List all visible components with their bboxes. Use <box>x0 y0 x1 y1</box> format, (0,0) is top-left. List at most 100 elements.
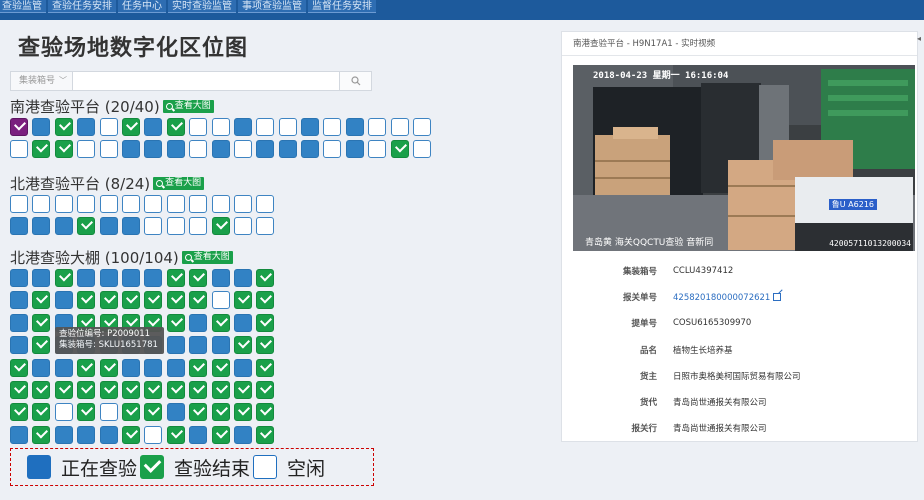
slot-done[interactable] <box>77 291 96 310</box>
slot-free[interactable] <box>99 140 118 159</box>
slot-free[interactable] <box>368 118 387 136</box>
nav-tab-supervision-task[interactable]: 监督任务安排 <box>308 0 376 13</box>
slot-done[interactable] <box>121 380 140 399</box>
slot-free[interactable] <box>77 140 96 159</box>
view-big-map-button[interactable]: 查看大图 <box>162 99 214 113</box>
slot-free[interactable] <box>99 118 118 136</box>
slot-busy[interactable] <box>54 291 73 310</box>
slot-done[interactable] <box>99 358 118 377</box>
declaration-no-link[interactable]: 425820180000072621 <box>673 292 782 303</box>
slot-selected[interactable] <box>10 118 28 136</box>
slot-done[interactable] <box>166 291 185 310</box>
slot-done[interactable] <box>32 313 51 332</box>
slot-busy[interactable] <box>32 118 51 136</box>
slot-busy[interactable] <box>301 118 320 136</box>
slot-done[interactable] <box>390 140 409 159</box>
slot-busy[interactable] <box>99 425 118 444</box>
slot-free[interactable] <box>144 425 163 444</box>
slot-busy[interactable] <box>121 140 140 159</box>
slot-free[interactable] <box>413 140 432 159</box>
slot-busy[interactable] <box>301 140 320 159</box>
slot-free[interactable] <box>144 195 163 213</box>
slot-done[interactable] <box>211 403 230 422</box>
slot-done[interactable] <box>256 291 275 310</box>
slot-done[interactable] <box>256 425 275 444</box>
slot-busy[interactable] <box>121 358 140 377</box>
slot-busy[interactable] <box>166 140 185 159</box>
slot-busy[interactable] <box>211 336 230 355</box>
search-input[interactable] <box>73 72 339 90</box>
slot-busy[interactable] <box>233 118 252 136</box>
slot-free[interactable] <box>99 195 118 213</box>
slot-done[interactable] <box>54 140 73 159</box>
slot-done[interactable] <box>32 336 51 355</box>
slot-busy[interactable] <box>10 313 28 332</box>
slot-done[interactable] <box>77 358 96 377</box>
slot-busy[interactable] <box>144 118 163 136</box>
slot-done[interactable] <box>121 291 140 310</box>
slot-busy[interactable] <box>233 313 252 332</box>
slot-done[interactable] <box>256 269 275 287</box>
view-big-map-button[interactable]: 查看大图 <box>153 176 205 190</box>
slot-done[interactable] <box>211 425 230 444</box>
slot-busy[interactable] <box>54 425 73 444</box>
slot-done[interactable] <box>256 336 275 355</box>
slot-free[interactable] <box>99 403 118 422</box>
slot-busy[interactable] <box>166 358 185 377</box>
slot-free[interactable] <box>32 195 51 213</box>
slot-free[interactable] <box>278 118 297 136</box>
slot-free[interactable] <box>368 140 387 159</box>
slot-done[interactable] <box>77 380 96 399</box>
slot-done[interactable] <box>10 403 28 422</box>
slot-free[interactable] <box>256 118 275 136</box>
slot-done[interactable] <box>233 380 252 399</box>
slot-free[interactable] <box>233 195 252 213</box>
slot-done[interactable] <box>166 380 185 399</box>
slot-busy[interactable] <box>77 425 96 444</box>
slot-done[interactable] <box>32 380 51 399</box>
slot-done[interactable] <box>166 269 185 287</box>
slot-done[interactable] <box>256 380 275 399</box>
slot-done[interactable] <box>99 291 118 310</box>
slot-busy[interactable] <box>189 425 208 444</box>
slot-done[interactable] <box>121 403 140 422</box>
slot-busy[interactable] <box>189 336 208 355</box>
slot-done[interactable] <box>144 380 163 399</box>
slot-done[interactable] <box>189 358 208 377</box>
slot-busy[interactable] <box>10 217 28 236</box>
slot-busy[interactable] <box>345 140 364 159</box>
slot-free[interactable] <box>211 291 230 310</box>
slot-free[interactable] <box>233 217 252 236</box>
slot-busy[interactable] <box>77 118 96 136</box>
slot-busy[interactable] <box>233 269 252 287</box>
slot-done[interactable] <box>99 380 118 399</box>
slot-busy[interactable] <box>32 358 51 377</box>
slot-free[interactable] <box>189 217 208 236</box>
slot-busy[interactable] <box>10 425 28 444</box>
slot-free[interactable] <box>54 195 73 213</box>
slot-done[interactable] <box>166 313 185 332</box>
slot-busy[interactable] <box>233 425 252 444</box>
slot-done[interactable] <box>189 291 208 310</box>
slot-busy[interactable] <box>10 291 28 310</box>
slot-done[interactable] <box>32 403 51 422</box>
slot-free[interactable] <box>189 118 208 136</box>
slot-busy[interactable] <box>99 269 118 287</box>
slot-done[interactable] <box>211 217 230 236</box>
slot-done[interactable] <box>211 380 230 399</box>
slot-free[interactable] <box>211 195 230 213</box>
slot-busy[interactable] <box>121 269 140 287</box>
slot-done[interactable] <box>189 269 208 287</box>
search-button[interactable] <box>339 72 371 90</box>
slot-busy[interactable] <box>166 336 185 355</box>
slot-done[interactable] <box>211 358 230 377</box>
slot-free[interactable] <box>166 195 185 213</box>
slot-busy[interactable] <box>144 269 163 287</box>
slot-done[interactable] <box>144 291 163 310</box>
slot-free[interactable] <box>323 140 342 159</box>
slot-busy[interactable] <box>99 217 118 236</box>
slot-done[interactable] <box>233 336 252 355</box>
slot-busy[interactable] <box>166 403 185 422</box>
slot-busy[interactable] <box>345 118 364 136</box>
slot-busy[interactable] <box>144 358 163 377</box>
